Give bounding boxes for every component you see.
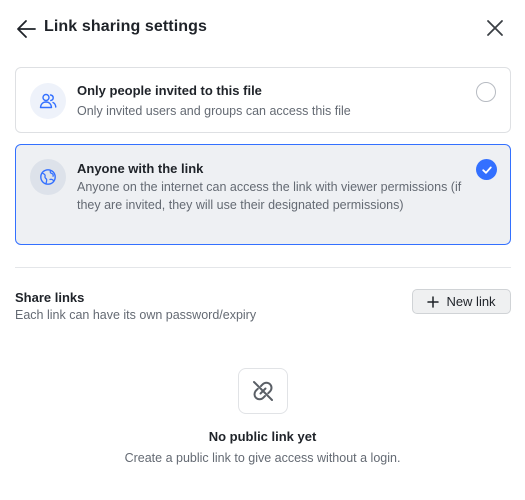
- close-icon: [487, 20, 503, 36]
- option-description: Anyone on the internet can access the li…: [77, 180, 462, 212]
- option-title: Anyone with the link: [77, 161, 204, 176]
- share-links-title: Share links: [15, 290, 85, 305]
- plus-icon: [427, 295, 440, 308]
- empty-state-title: No public link yet: [208, 429, 317, 444]
- option-icon: [30, 83, 66, 119]
- option-anyone-with-link[interactable]: Anyone with the link Anyone on the inter…: [15, 144, 511, 245]
- radio-unchecked[interactable]: [476, 82, 496, 102]
- option-icon: [30, 159, 66, 195]
- option-invited-only[interactable]: Only people invited to this file Only in…: [15, 67, 511, 133]
- empty-state-subtitle: Create a public link to give access with…: [124, 451, 401, 465]
- back-button[interactable]: [14, 16, 40, 42]
- arrow-left-icon: [17, 20, 36, 38]
- option-description: Only invited users and groups can access…: [77, 104, 351, 118]
- empty-state-icon-box: [238, 368, 288, 414]
- share-links-subtitle: Each link can have its own password/expi…: [15, 308, 257, 322]
- section-divider: [15, 267, 511, 268]
- broken-link-icon: [253, 381, 273, 401]
- dialog-header: Link sharing settings: [0, 0, 525, 56]
- page-title: Link sharing settings: [44, 18, 208, 35]
- close-button[interactable]: [484, 17, 506, 39]
- new-link-label: New link: [446, 294, 496, 309]
- check-icon: [481, 166, 492, 174]
- users-icon: [39, 93, 57, 109]
- radio-checked[interactable]: [476, 159, 497, 180]
- new-link-button[interactable]: New link: [412, 289, 511, 314]
- option-title: Only people invited to this file: [77, 83, 262, 98]
- globe-icon: [40, 169, 56, 185]
